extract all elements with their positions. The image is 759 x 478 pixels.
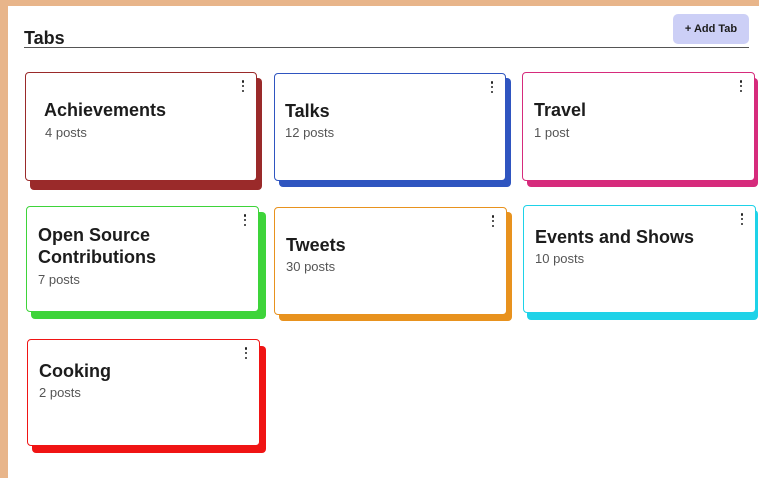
card-post-count: 4 posts: [45, 125, 87, 140]
card-title: Open Source Contributions: [38, 225, 156, 267]
tab-card-open-source-contributions[interactable]: Open Source Contributions 7 posts: [26, 206, 259, 312]
more-options-icon[interactable]: [243, 347, 249, 359]
add-tab-button[interactable]: + Add Tab: [673, 14, 749, 44]
card-post-count: 12 posts: [285, 125, 335, 140]
card-title: Tweets: [286, 235, 346, 255]
tabs-header: Tabs + Add Tab: [24, 14, 749, 48]
card-title: Travel: [534, 100, 587, 120]
card-title: Achievements: [44, 100, 167, 120]
more-options-icon[interactable]: [738, 80, 744, 92]
more-options-icon[interactable]: [739, 213, 745, 225]
more-options-icon[interactable]: [490, 215, 496, 227]
card-title: Talks: [285, 101, 330, 121]
tab-card-cooking[interactable]: Cooking 2 posts: [27, 339, 260, 446]
tab-card-events-and-shows[interactable]: Events and Shows 10 posts: [523, 205, 756, 313]
card-post-count: 7 posts: [38, 272, 80, 287]
card-post-count: 2 posts: [39, 385, 81, 400]
tabs-panel: Tabs + Add Tab Achievements 4 posts Talk…: [8, 6, 759, 478]
tab-card-talks[interactable]: Talks 12 posts: [274, 73, 506, 181]
card-post-count: 10 posts: [535, 251, 585, 266]
card-title: Events and Shows: [535, 227, 695, 247]
more-options-icon[interactable]: [489, 81, 495, 93]
page-title: Tabs: [24, 28, 65, 48]
tab-card-achievements[interactable]: Achievements 4 posts: [25, 72, 257, 181]
card-post-count: 30 posts: [286, 259, 336, 274]
card-post-count: 1 post: [534, 125, 570, 140]
tab-card-travel[interactable]: Travel 1 post: [522, 72, 755, 181]
card-title: Cooking: [39, 361, 111, 381]
more-options-icon[interactable]: [242, 214, 248, 226]
more-options-icon[interactable]: [240, 80, 246, 92]
tab-card-tweets[interactable]: Tweets 30 posts: [274, 207, 507, 315]
